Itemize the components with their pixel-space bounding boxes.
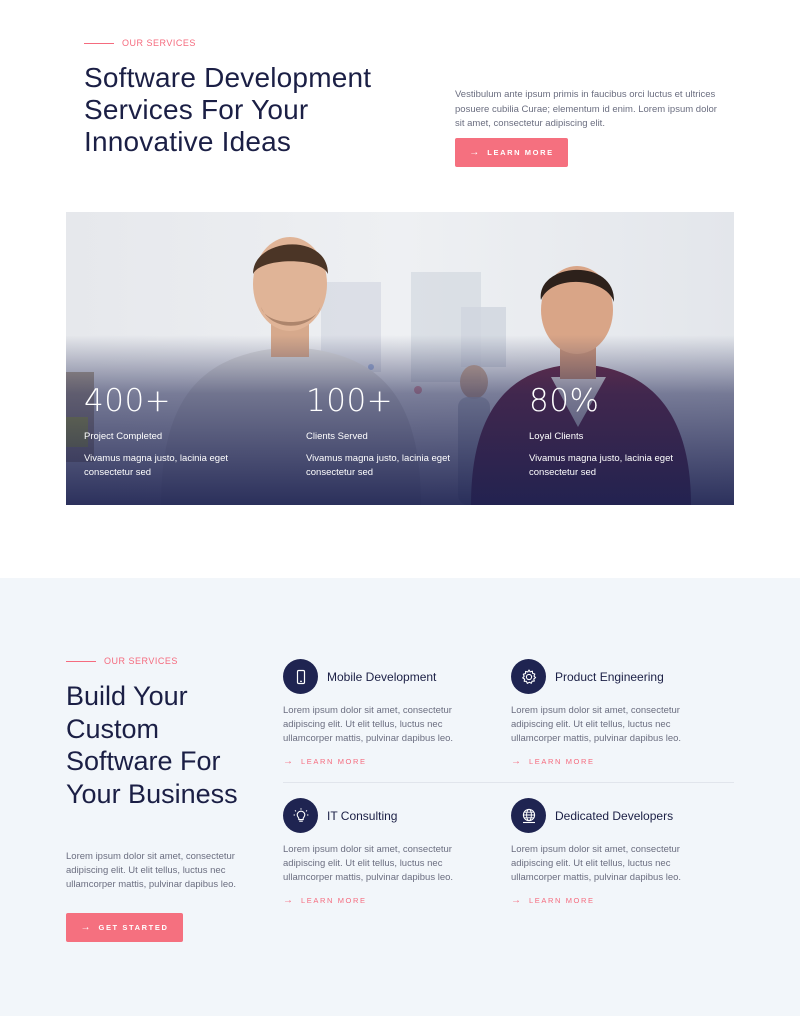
stat-projects: 400+ Project Completed Vivamus magna jus… [84,384,274,480]
arrow-right-icon: → [283,756,293,767]
card-link-label: LEARN MORE [301,896,367,905]
arrow-right-icon: → [283,895,293,906]
card-learn-more-link[interactable]: → LEARN MORE [511,756,726,767]
intro-eyebrow-text: OUR SERVICES [122,38,196,48]
card-title: Product Engineering [555,669,664,684]
card-header: Mobile Development [283,659,498,694]
arrow-right-icon: → [469,147,480,158]
card-learn-more-link[interactable]: → LEARN MORE [511,895,726,906]
intro-description: Vestibulum ante ipsum primis in faucibus… [455,89,717,129]
get-started-label: GET STARTED [98,923,169,932]
stat-description: Vivamus magna justo, lacinia eget consec… [306,453,450,478]
card-header: Dedicated Developers [511,798,726,833]
intro-title: Software Development Services For Your I… [84,62,372,157]
arrow-right-icon: → [80,922,91,933]
stat-value: 80% [529,383,600,419]
card-learn-more-link[interactable]: → LEARN MORE [283,756,498,767]
card-title: Mobile Development [327,669,437,684]
service-card-mobile-development: Mobile Development Lorem ipsum dolor sit… [283,659,498,767]
arrow-right-icon: → [511,895,521,906]
card-learn-more-link[interactable]: → LEARN MORE [283,895,498,906]
stat-label: Clients Served [306,431,368,442]
learn-more-label: LEARN MORE [487,148,554,157]
services-description: Lorem ipsum dolor sit amet, consectetur … [66,851,237,890]
card-link-label: LEARN MORE [529,896,595,905]
service-card-dedicated-developers: Dedicated Developers Lorem ipsum dolor s… [511,798,726,906]
services-eyebrow-text: OUR SERVICES [104,656,178,666]
get-started-button[interactable]: → GET STARTED [66,913,183,942]
card-description: Lorem ipsum dolor sit amet, consectetur … [511,705,682,744]
card-header: IT Consulting [283,798,498,833]
stat-loyal-clients: 80% Loyal Clients Vivamus magna justo, l… [529,384,719,480]
arrow-right-icon: → [511,756,521,767]
card-description: Lorem ipsum dolor sit amet, consectetur … [511,844,682,883]
card-description: Lorem ipsum dolor sit amet, consectetur … [283,705,454,744]
gear-icon [511,659,546,694]
cards-divider [283,782,734,783]
stat-value: 100+ [306,383,394,419]
lightbulb-icon [283,798,318,833]
learn-more-button[interactable]: → LEARN MORE [455,138,568,167]
card-title: Dedicated Developers [555,808,674,823]
card-header: Product Engineering [511,659,726,694]
card-title: IT Consulting [327,808,398,823]
service-card-product-engineering: Product Engineering Lorem ipsum dolor si… [511,659,726,767]
mobile-phone-icon [283,659,318,694]
stat-description: Vivamus magna justo, lacinia eget consec… [84,453,228,478]
services-title: Build Your Custom Software For Your Busi… [66,681,238,809]
eyebrow-line [66,660,96,662]
card-link-label: LEARN MORE [529,757,595,766]
stat-label: Loyal Clients [529,431,584,442]
service-card-it-consulting: IT Consulting Lorem ipsum dolor sit amet… [283,798,498,906]
card-link-label: LEARN MORE [301,757,367,766]
stat-clients: 100+ Clients Served Vivamus magna justo,… [306,384,496,480]
services-eyebrow: OUR SERVICES [66,656,178,666]
globe-icon [511,798,546,833]
stat-label: Project Completed [84,431,163,442]
eyebrow-line [84,42,114,44]
intro-eyebrow: OUR SERVICES [84,38,196,48]
card-description: Lorem ipsum dolor sit amet, consectetur … [283,844,454,883]
stat-value: 400+ [84,383,172,419]
stat-description: Vivamus magna justo, lacinia eget consec… [529,453,673,478]
